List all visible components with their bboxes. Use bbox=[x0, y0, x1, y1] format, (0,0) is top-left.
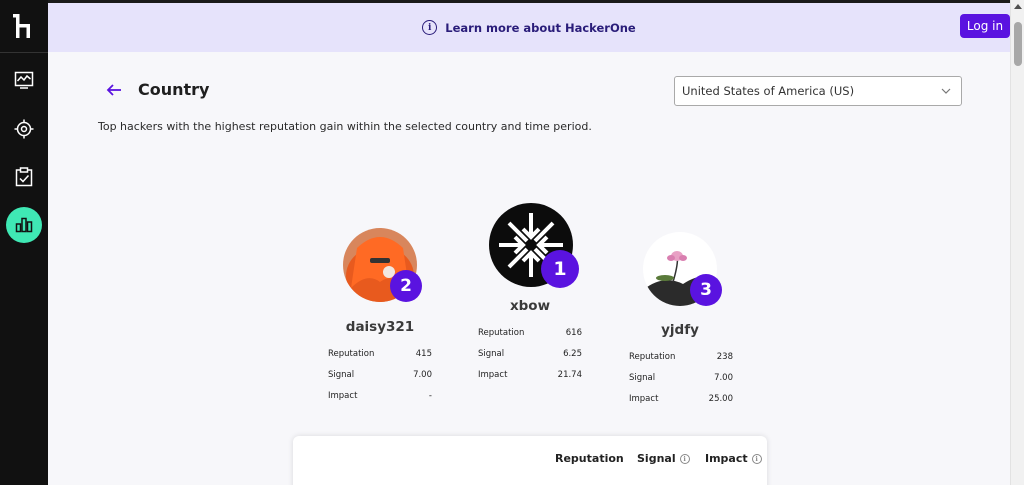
stat-row-signal: Signal 7.00 bbox=[328, 370, 432, 380]
chevron-down-icon bbox=[941, 88, 951, 94]
stat-label: Reputation bbox=[629, 352, 676, 362]
stat-row-reputation: Reputation 415 bbox=[328, 349, 432, 359]
column-header-label: Reputation bbox=[555, 452, 624, 465]
login-button[interactable]: Log in bbox=[960, 14, 1010, 38]
country-select-value: United States of America (US) bbox=[682, 84, 855, 98]
stat-label: Signal bbox=[328, 370, 355, 380]
stat-label: Impact bbox=[328, 391, 358, 401]
rank-badge: 2 bbox=[390, 270, 422, 302]
stat-value: 616 bbox=[565, 328, 582, 338]
stat-row-signal: Signal 6.25 bbox=[478, 349, 582, 359]
learn-more-text: Learn more about HackerOne bbox=[445, 20, 636, 35]
leaderboard-bar-chart-icon bbox=[15, 217, 33, 233]
learn-more-link[interactable]: i Learn more about HackerOne bbox=[422, 20, 636, 35]
page-subtitle: Top hackers with the highest reputation … bbox=[98, 120, 592, 133]
scroll-thumb[interactable] bbox=[1014, 22, 1022, 66]
stat-value: 21.74 bbox=[557, 370, 582, 380]
arrow-left-icon[interactable] bbox=[106, 82, 122, 98]
stat-value: 6.25 bbox=[563, 349, 582, 359]
column-header-reputation[interactable]: Reputation bbox=[555, 452, 624, 465]
stat-label: Reputation bbox=[328, 349, 375, 359]
column-header-label: Signal bbox=[637, 452, 676, 465]
hacker-name[interactable]: yjdfy bbox=[630, 322, 730, 338]
column-header-impact[interactable]: Impact i bbox=[705, 452, 762, 465]
stat-row-impact: Impact - bbox=[328, 391, 432, 401]
stat-label: Reputation bbox=[478, 328, 525, 338]
stat-row-signal: Signal 7.00 bbox=[629, 373, 733, 383]
stat-value: 238 bbox=[716, 352, 733, 362]
sidebar-item-opportunities[interactable] bbox=[12, 117, 36, 141]
stat-label: Signal bbox=[629, 373, 656, 383]
hackerone-logo-icon[interactable] bbox=[12, 12, 36, 40]
dashboard-chart-icon bbox=[14, 71, 34, 89]
target-crosshair-icon bbox=[14, 119, 34, 139]
leaderboard-table: Reputation Signal i Impact i bbox=[293, 436, 767, 485]
column-header-label: Impact bbox=[705, 452, 748, 465]
stat-row-impact: Impact 21.74 bbox=[478, 370, 582, 380]
column-header-signal[interactable]: Signal i bbox=[637, 452, 690, 465]
stat-row-reputation: Reputation 616 bbox=[478, 328, 582, 338]
rank-badge: 1 bbox=[541, 250, 579, 288]
stat-value: 7.00 bbox=[714, 373, 733, 383]
stat-value: - bbox=[428, 391, 432, 401]
sidebar-item-dashboard[interactable] bbox=[12, 68, 36, 92]
rank-badge: 3 bbox=[690, 274, 722, 306]
main-content: Country United States of America (US) To… bbox=[48, 52, 1010, 485]
page-scrollbar[interactable] bbox=[1010, 0, 1024, 485]
sidebar bbox=[0, 0, 48, 485]
stat-label: Signal bbox=[478, 349, 505, 359]
sidebar-divider bbox=[0, 52, 48, 53]
top-banner: i Learn more about HackerOne Log in bbox=[48, 0, 1010, 52]
clipboard-check-icon bbox=[15, 167, 33, 187]
page-title: Country bbox=[138, 80, 210, 99]
stat-value: 7.00 bbox=[413, 370, 432, 380]
stat-row-impact: Impact 25.00 bbox=[629, 394, 733, 404]
info-circle-icon[interactable]: i bbox=[679, 453, 690, 464]
scroll-up-arrow-icon[interactable] bbox=[1014, 4, 1022, 9]
stat-row-reputation: Reputation 238 bbox=[629, 352, 733, 362]
sidebar-item-leaderboard[interactable] bbox=[6, 207, 42, 243]
stat-label: Impact bbox=[478, 370, 508, 380]
stat-value: 25.00 bbox=[708, 394, 733, 404]
stat-label: Impact bbox=[629, 394, 659, 404]
stat-value: 415 bbox=[415, 349, 432, 359]
country-select[interactable]: United States of America (US) bbox=[674, 76, 962, 106]
info-circle-icon[interactable]: i bbox=[751, 453, 762, 464]
info-circle-icon: i bbox=[422, 20, 438, 35]
sidebar-item-reports[interactable] bbox=[12, 165, 36, 189]
hacker-name[interactable]: daisy321 bbox=[330, 319, 430, 335]
hacker-name[interactable]: xbow bbox=[480, 298, 580, 314]
